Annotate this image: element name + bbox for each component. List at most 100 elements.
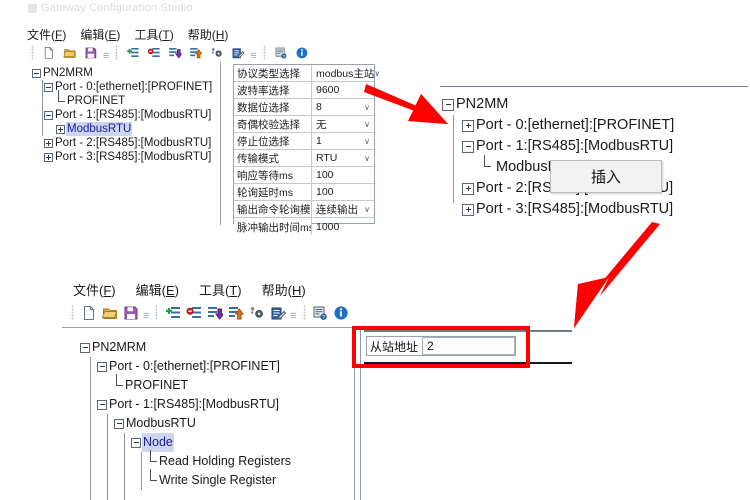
- menu-item-e[interactable]: 编辑(E): [80, 26, 120, 43]
- collapse-node-icon[interactable]: [114, 418, 124, 429]
- tree-node[interactable]: ModbusRTU: [80, 414, 380, 433]
- expand-node-icon[interactable]: [44, 138, 53, 148]
- open-folder-icon[interactable]: [101, 304, 118, 321]
- tree-node[interactable]: Node: [80, 433, 380, 452]
- toolbar-grip[interactable]: [115, 45, 119, 60]
- tree-node[interactable]: Port - 0:[ethernet]:[PROFINET]: [442, 115, 742, 136]
- new-file-icon[interactable]: [42, 46, 56, 60]
- upload-icon[interactable]: [189, 46, 203, 60]
- toolbar-overflow-button[interactable]: ☰: [143, 312, 149, 321]
- chevron-down-icon[interactable]: ∨: [364, 205, 372, 214]
- menu-item-f[interactable]: 文件(F): [27, 26, 66, 43]
- tree-node[interactable]: Port - 1:[RS485]:[ModbusRTU]: [442, 136, 742, 157]
- tree-node[interactable]: Port - 2:[RS485]:[ModbusRTU]: [32, 136, 217, 150]
- tree-node[interactable]: Port - 1:[RS485]:[ModbusRTU]: [32, 108, 217, 122]
- property-dropdown[interactable]: 1 ∨: [312, 133, 374, 149]
- property-textbox[interactable]: 100: [312, 167, 374, 183]
- toolbar-overflow-button[interactable]: ☰: [290, 312, 296, 321]
- tree-node[interactable]: PN2MRM: [80, 338, 380, 357]
- property-key: 停止位选择: [234, 133, 312, 149]
- info-icon[interactable]: [333, 304, 350, 321]
- collapse-node-icon[interactable]: [32, 68, 41, 78]
- collapse-node-icon[interactable]: [44, 82, 53, 92]
- delete-item-icon[interactable]: [185, 304, 202, 321]
- tree-node[interactable]: Read Holding Registers: [80, 450, 380, 471]
- tree-node[interactable]: PN2MM: [442, 94, 742, 115]
- toolbar-overflow-button[interactable]: ☰: [250, 52, 256, 61]
- tree-node[interactable]: Port - 1:[RS485]:[ModbusRTU]: [80, 395, 380, 414]
- toolbar-group-1: ☰: [28, 44, 112, 61]
- serial-property-grid[interactable]: 协议类型选择modbus主站∨波特率选择9600∨数据位选择8∨奇偶校验选择无∨…: [233, 64, 380, 235]
- download-icon[interactable]: [168, 46, 182, 60]
- toolbar-overflow-button[interactable]: ☰: [103, 52, 109, 61]
- property-dropdown[interactable]: RTU ∨: [312, 150, 374, 166]
- chevron-down-icon[interactable]: ∨: [364, 154, 372, 163]
- property-key: 数据位选择: [234, 99, 312, 115]
- new-file-icon[interactable]: [80, 304, 97, 321]
- chevron-down-icon[interactable]: ∨: [364, 137, 372, 146]
- tree-node-label: PN2MRM: [43, 67, 93, 79]
- open-folder-icon[interactable]: [62, 46, 77, 60]
- toolbar-grip[interactable]: [302, 305, 306, 320]
- property-textbox[interactable]: 100: [312, 184, 374, 200]
- property-key: 传输模式: [234, 150, 312, 166]
- save-icon[interactable]: [84, 46, 98, 60]
- bottom-window-tree[interactable]: PN2MRM Port - 0:[ethernet]:[PROFINET] PROF…: [80, 338, 380, 500]
- diagnostics-icon[interactable]: ?: [273, 46, 287, 60]
- upload-icon[interactable]: [227, 304, 244, 321]
- tree-node[interactable]: Port - 3:[RS485]:[ModbusRTU]: [442, 199, 742, 220]
- settings-gear-icon[interactable]: [210, 46, 224, 60]
- download-icon[interactable]: [206, 304, 223, 321]
- toolbar-group-2: ☰: [152, 304, 299, 321]
- edit-note-icon[interactable]: [269, 304, 286, 321]
- tree-node-label: Write Single Register: [159, 473, 277, 487]
- context-menu-item-insert[interactable]: 插入: [551, 161, 661, 192]
- menu-item-f[interactable]: 文件(F): [73, 280, 116, 299]
- expand-node-icon[interactable]: [56, 124, 65, 134]
- expand-node-icon[interactable]: [462, 203, 474, 216]
- toolbar-grip[interactable]: [155, 305, 159, 320]
- tree-node[interactable]: Write Single Register: [80, 469, 380, 490]
- menu-item-t[interactable]: 工具(T): [199, 280, 242, 299]
- save-icon[interactable]: [122, 304, 139, 321]
- property-textbox[interactable]: 1000: [312, 218, 374, 235]
- toolbar-grip[interactable]: [262, 45, 266, 60]
- menu-item-h[interactable]: 帮助(H): [188, 26, 229, 43]
- expand-node-icon[interactable]: [462, 182, 474, 195]
- tree-node[interactable]: PROFINET: [80, 374, 380, 395]
- toolbar-divider: [62, 327, 362, 328]
- top-window-tree[interactable]: PN2MRM Port - 0:[ethernet]:[PROFINET] PROF…: [32, 66, 217, 164]
- property-row: 停止位选择 1 ∨: [234, 133, 374, 150]
- mid-window-tree[interactable]: PN2MM Port - 0:[ethernet]:[PROFINET] Port …: [442, 94, 742, 220]
- tree-node[interactable]: PROFINET: [32, 89, 217, 108]
- tree-node[interactable]: Port - 0:[ethernet]:[PROFINET]: [32, 80, 217, 94]
- menu-item-e[interactable]: 编辑(E): [136, 280, 179, 299]
- property-row: 奇偶校验选择无 ∨: [234, 116, 374, 133]
- expand-node-icon[interactable]: [462, 119, 474, 132]
- toolbar-grip[interactable]: [31, 45, 34, 60]
- property-dropdown[interactable]: 连续输出 ∨: [312, 201, 374, 217]
- edit-note-icon[interactable]: [231, 46, 245, 60]
- collapse-node-icon[interactable]: [131, 437, 141, 448]
- context-menu[interactable]: 插入: [550, 160, 663, 193]
- tree-node[interactable]: ModbusRTU: [32, 122, 217, 136]
- add-item-icon[interactable]: [164, 304, 181, 321]
- collapse-node-icon[interactable]: [44, 110, 53, 120]
- diagnostics-icon[interactable]: ?: [312, 304, 329, 321]
- tree-node[interactable]: Port - 3:[RS485]:[ModbusRTU]: [32, 150, 217, 164]
- tree-node[interactable]: Port - 0:[ethernet]:[PROFINET]: [80, 357, 380, 376]
- add-item-icon[interactable]: [126, 46, 140, 60]
- collapse-node-icon[interactable]: [80, 342, 90, 353]
- toolbar-grip[interactable]: [71, 305, 74, 320]
- collapse-node-icon[interactable]: [462, 140, 474, 153]
- bottom-window-toolbar: ☰ ☰?: [66, 302, 353, 323]
- expand-node-icon[interactable]: [44, 152, 53, 162]
- menu-item-h[interactable]: 帮助(H): [262, 280, 306, 299]
- menu-item-t[interactable]: 工具(T): [134, 26, 173, 43]
- settings-gear-icon[interactable]: [248, 304, 265, 321]
- delete-item-icon[interactable]: [147, 46, 161, 60]
- tree-node[interactable]: PN2MRM: [32, 66, 217, 80]
- collapse-node-icon[interactable]: [97, 361, 107, 372]
- info-icon[interactable]: [294, 46, 308, 60]
- collapse-node-icon[interactable]: [97, 399, 107, 410]
